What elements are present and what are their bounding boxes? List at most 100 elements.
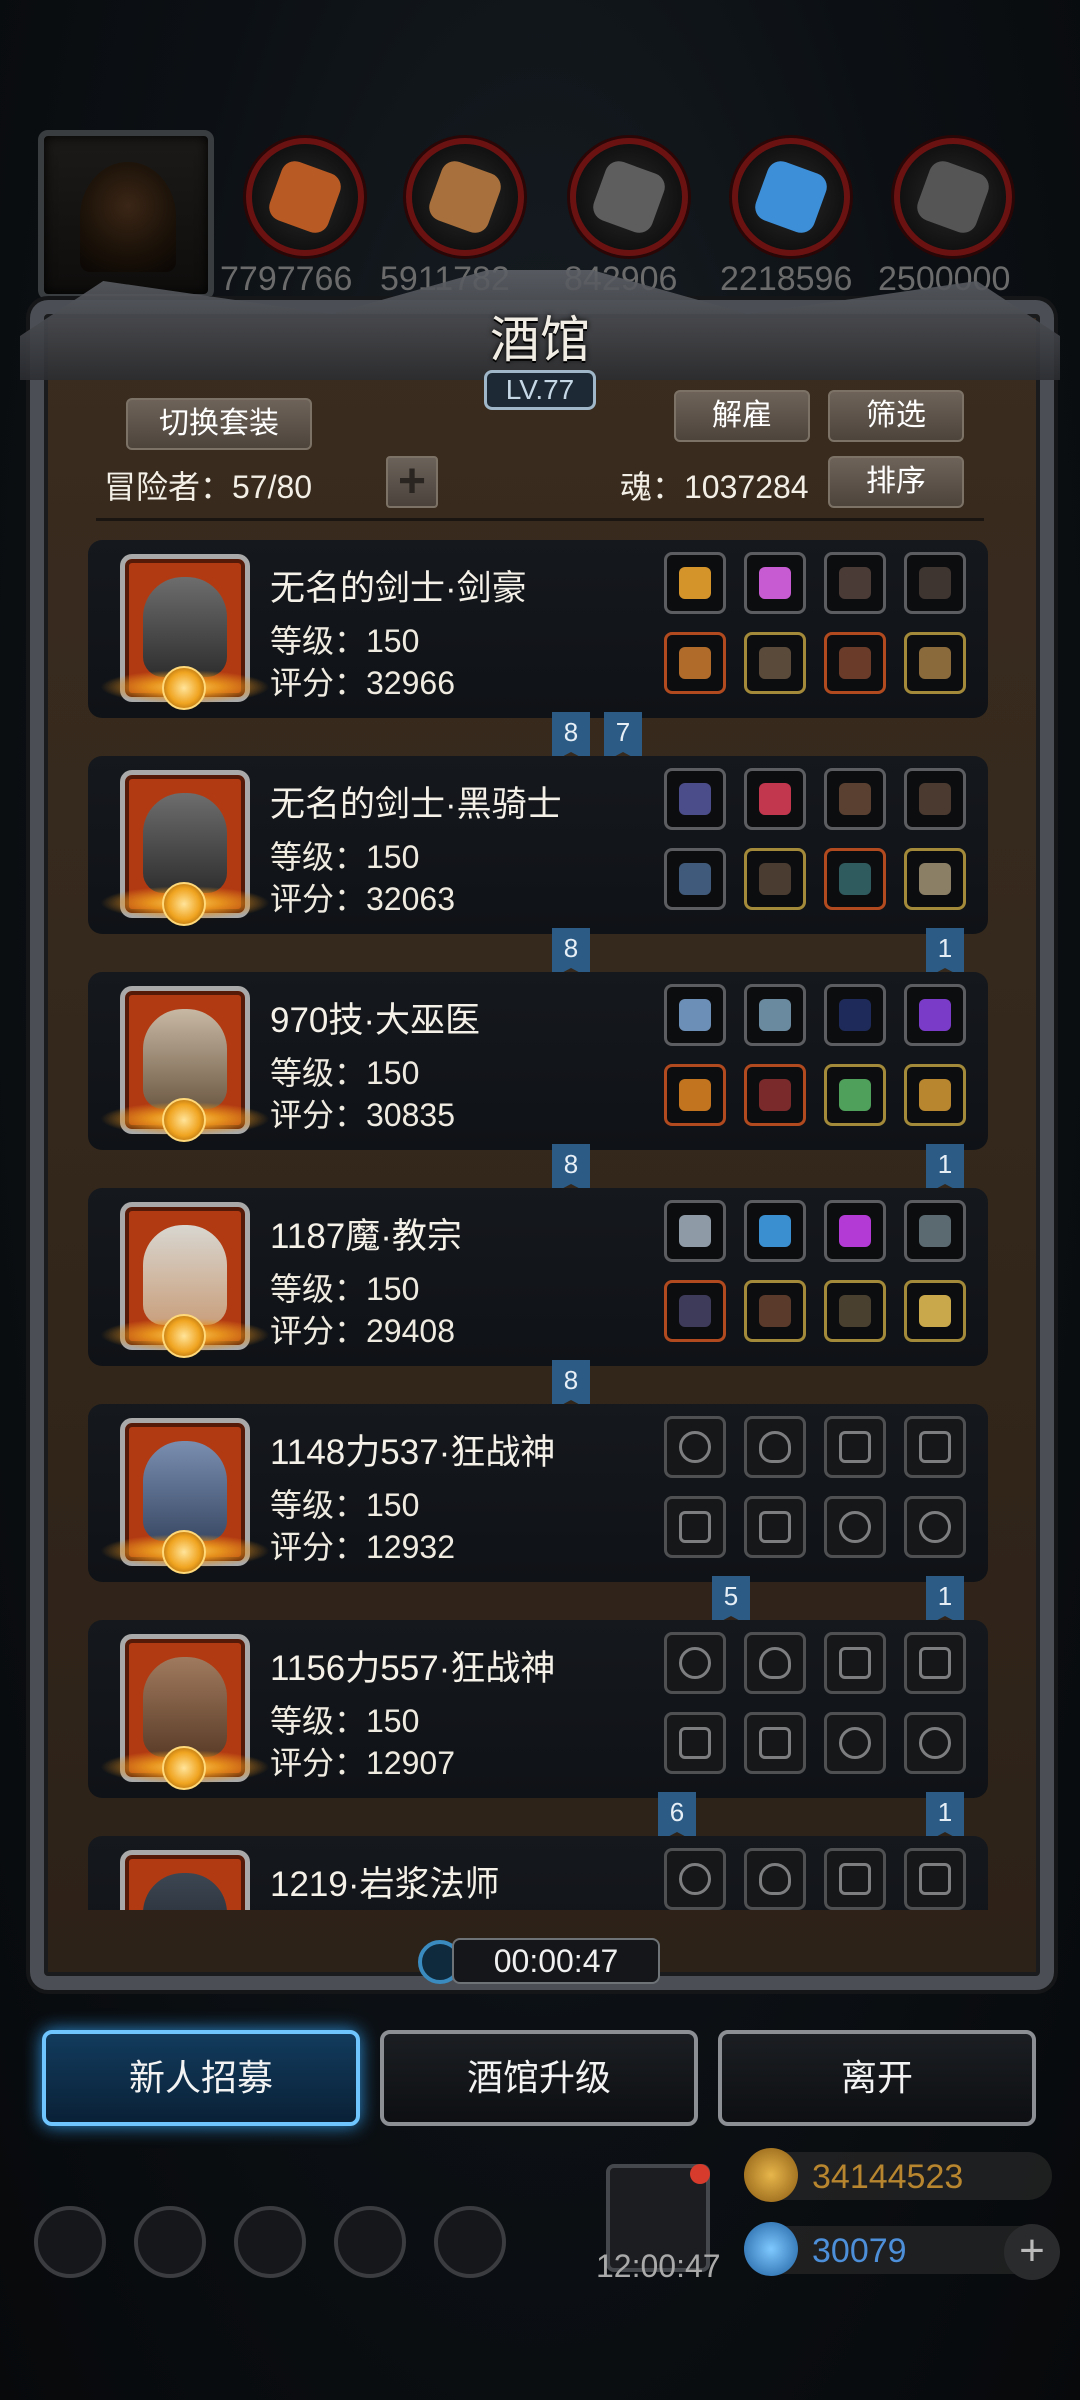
equip-slot-torch-icon[interactable] [664,1064,726,1126]
empty-gem-slot-icon[interactable] [824,1416,886,1478]
empty-gem-slot-icon[interactable] [904,1632,966,1694]
equip-slot-pendant-icon[interactable] [904,1200,966,1262]
equip-slot-pink-gem-icon[interactable] [744,552,806,614]
hero-avatar-slot[interactable] [38,130,214,300]
equip-slot-ring-icon[interactable] [824,1064,886,1126]
equip-slot-boot-icon[interactable] [904,632,966,694]
equip-slot-armor-icon[interactable] [744,632,806,694]
empty-armor-slot-icon[interactable] [744,1712,806,1774]
empty-gem-slot-icon[interactable] [904,1848,966,1910]
adventurer-card[interactable]: 1148力537·狂战神 等级：150 评分：12932 [88,1404,988,1582]
adventurer-card[interactable]: 无名的剑士·剑豪 等级：150 评分：32966 [88,540,988,718]
equip-slot-red-gem-icon[interactable] [744,768,806,830]
gem-amount: 30079 [812,2232,907,2270]
empty-ring-slot-icon[interactable] [904,1712,966,1774]
blue-gem-icon [744,2222,798,2276]
equip-slot-blue-flame-icon[interactable] [744,1200,806,1262]
add-currency-button[interactable]: + [1004,2224,1060,2280]
equip-slot-purple-gem-icon[interactable] [904,984,966,1046]
dismiss-button[interactable]: 解雇 [674,390,810,442]
empty-ring-slot-icon[interactable] [904,1496,966,1558]
equip-slot-armor-icon[interactable] [744,848,806,910]
empty-flame-slot-icon[interactable] [744,1848,806,1910]
recruit-button[interactable]: 新人招募 [42,2030,360,2126]
adventurer-card[interactable]: 1187魔·教宗 等级：150 评分：29408 [88,1188,988,1366]
empty-halo-slot-icon[interactable] [664,1416,726,1478]
rank-emblem-icon [162,1314,206,1358]
equip-slot-ice-halo-icon[interactable] [664,984,726,1046]
equip-slot-crystal-icon[interactable] [744,984,806,1046]
refresh-timer: 00:00:47 [452,1938,660,1984]
adventurer-level: 等级：150 [270,1703,420,1739]
equip-slot-orb-icon[interactable] [824,848,886,910]
rank-tag-left: 5 [712,1576,750,1626]
gift-timer: 12:00:47 [596,2248,721,2284]
empty-halo-slot-icon[interactable] [664,1632,726,1694]
adventurer-score: 评分：30835 [270,1097,455,1133]
leave-button[interactable]: 离开 [718,2030,1036,2126]
empty-gem-slot-icon[interactable] [824,1848,886,1910]
empty-ring-slot-icon[interactable] [824,1496,886,1558]
equip-slot-staff-icon[interactable] [664,1280,726,1342]
equip-slot-crown-icon[interactable] [904,1280,966,1342]
soul-count: 魂：1037284 [620,469,809,505]
equip-slot-robe-icon[interactable] [744,1280,806,1342]
rank-tag-left: 6 [658,1792,696,1842]
empty-armor-slot-icon[interactable] [744,1496,806,1558]
equip-slot-dark-shard-icon[interactable] [904,552,966,614]
equip-slot-silver-halo-icon[interactable] [664,1200,726,1262]
rank-emblem-icon [162,1530,206,1574]
equip-slot-dark-halo-icon[interactable] [664,768,726,830]
expand-roster-button[interactable]: + [386,456,438,508]
equip-slot-staff-icon[interactable] [824,984,886,1046]
wood-resource-icon [406,138,524,256]
empty-gem-slot-icon[interactable] [904,1416,966,1478]
empty-flame-slot-icon[interactable] [744,1416,806,1478]
equip-slot-claw-icon[interactable] [824,768,886,830]
meat-resource-icon [246,138,364,256]
equip-slot-gauntlet-icon[interactable] [824,632,886,694]
bag-icon[interactable] [434,2206,506,2278]
equip-slot-claw-icon[interactable] [904,768,966,830]
upgrade-tavern-button[interactable]: 酒馆升级 [380,2030,698,2126]
rank-emblem-icon [162,666,206,710]
rank-tag-right: 1 [926,1144,964,1194]
adventurer-card[interactable]: 1219·岩浆法师 [88,1836,988,1910]
adventurer-score: 评分：32063 [270,881,455,917]
equip-slot-sword-icon[interactable] [664,632,726,694]
adventurer-card[interactable]: 无名的剑士·黑骑士 等级：150 评分：32063 [88,756,988,934]
empty-weapon-slot-icon[interactable] [664,1712,726,1774]
equip-slot-magenta-gem-icon[interactable] [824,1200,886,1262]
adventurer-level: 等级：150 [270,839,420,875]
empty-halo-slot-icon[interactable] [664,1848,726,1910]
sort-button[interactable]: 排序 [828,456,964,508]
adventurer-card[interactable]: 970技·大巫医 等级：150 评分：30835 [88,972,988,1150]
compass-icon[interactable] [134,2206,206,2278]
adventurer-list[interactable]: 无名的剑士·剑豪 等级：150 评分：32966 8 7 无名的剑士·黑骑士 等… [88,540,988,1910]
empty-weapon-slot-icon[interactable] [664,1496,726,1558]
empty-gem-slot-icon[interactable] [824,1632,886,1694]
filter-button[interactable]: 筛选 [828,390,964,442]
equip-slot-gloves-icon[interactable] [824,1280,886,1342]
equip-slot-robe-icon[interactable] [744,1064,806,1126]
adventurer-name: 无名的剑士·黑骑士 [270,785,562,824]
equip-slot-sword-icon[interactable] [664,848,726,910]
equip-slot-halo-icon[interactable] [664,552,726,614]
stone-resource-icon [570,138,688,256]
tower-icon[interactable] [234,2206,306,2278]
adventurer-name: 1148力537·狂战神 [270,1433,556,1472]
rank-emblem-icon [162,1746,206,1790]
switch-outfit-button[interactable]: 切换套装 [126,398,312,450]
equip-slot-dark-shard-icon[interactable] [824,552,886,614]
equip-slot-amulet-icon[interactable] [904,848,966,910]
settings-gear-icon[interactable] [34,2206,106,2278]
mail-icon[interactable] [334,2206,406,2278]
empty-ring-slot-icon[interactable] [824,1712,886,1774]
equip-slot-bracelet-icon[interactable] [904,1064,966,1126]
empty-flame-slot-icon[interactable] [744,1632,806,1694]
rank-tag-left: 8 [552,712,590,762]
rank-tag-left: 8 [552,1144,590,1194]
adventurer-card[interactable]: 1156力557·狂战神 等级：150 评分：12907 [88,1620,988,1798]
adventurer-score: 评分：32966 [270,665,455,701]
adventurer-score: 评分：12932 [270,1529,455,1565]
